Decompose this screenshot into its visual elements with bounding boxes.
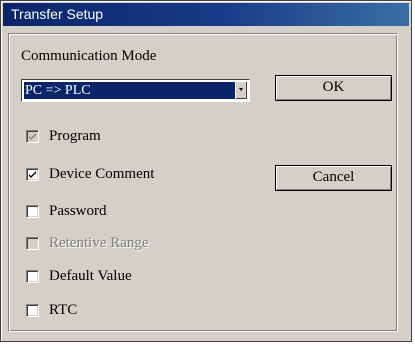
checkmark-icon xyxy=(29,133,36,140)
ok-button[interactable]: OK xyxy=(275,75,392,101)
program-checkbox xyxy=(26,130,39,143)
checkmark-icon xyxy=(29,171,36,178)
default-value-checkbox[interactable] xyxy=(26,270,39,283)
communication-mode-label: Communication Mode xyxy=(21,48,157,64)
default-value-label[interactable]: Default Value xyxy=(49,268,132,285)
retentive-range-label: Retentive Range xyxy=(49,235,149,251)
device-comment-checkbox[interactable] xyxy=(26,168,39,181)
device-comment-label[interactable]: Device Comment xyxy=(49,166,154,183)
rtc-label[interactable]: RTC xyxy=(49,302,77,319)
communication-mode-value: PC => PLC xyxy=(24,82,235,99)
communication-mode-select[interactable]: PC => PLC xyxy=(21,79,250,102)
title-bar[interactable]: Transfer Setup xyxy=(3,3,409,26)
dropdown-arrow-icon[interactable] xyxy=(236,82,247,99)
password-label[interactable]: Password xyxy=(49,203,107,220)
program-label: Program xyxy=(49,128,101,144)
dialog-title: Transfer Setup xyxy=(11,6,104,22)
retentive-range-checkbox xyxy=(26,237,39,250)
cancel-button[interactable]: Cancel xyxy=(275,165,392,191)
password-checkbox[interactable] xyxy=(26,205,39,218)
rtc-checkbox[interactable] xyxy=(26,304,39,317)
